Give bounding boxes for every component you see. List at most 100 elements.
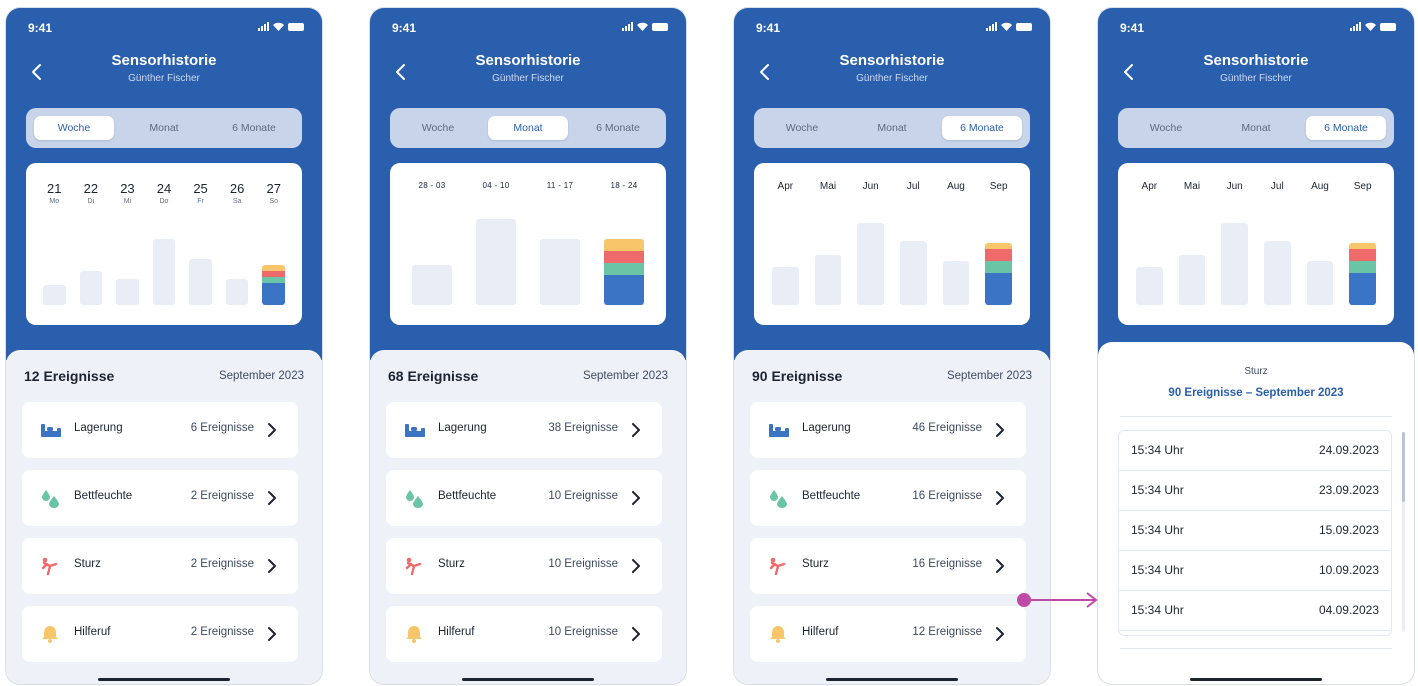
chart-bar[interactable]: [79, 271, 103, 305]
tab-monat[interactable]: Monat: [1216, 116, 1296, 140]
fall-icon: [404, 556, 424, 576]
chart-column-label[interactable]: Jul: [892, 181, 935, 192]
chart-bar[interactable]: [814, 255, 842, 305]
chart-bar[interactable]: [772, 267, 799, 305]
category-row-sturz[interactable]: Sturz 10 Ereignisse: [386, 538, 662, 594]
chart-column-label[interactable]: 18 - 24: [592, 181, 656, 190]
chart-column-label[interactable]: 25 Fr: [182, 181, 219, 205]
chart-bar[interactable]: [412, 265, 452, 305]
category-row-bettfeuchte[interactable]: Bettfeuchte 10 Ereignisse: [386, 470, 662, 526]
chart-bar[interactable]: [116, 279, 139, 305]
category-row-sturz[interactable]: Sturz 16 Ereignisse: [750, 538, 1026, 594]
chart-column-label[interactable]: 23 Mi: [109, 181, 146, 205]
category-label: Lagerung: [438, 422, 487, 434]
chart-column-label[interactable]: 04 - 10: [464, 181, 528, 190]
chart-column-label[interactable]: Aug: [935, 181, 978, 192]
category-label: Lagerung: [74, 422, 123, 434]
tab-woche[interactable]: Woche: [34, 116, 114, 140]
table-row[interactable]: 15:34 Uhr 24.09.2023: [1119, 431, 1391, 471]
chevron-right-icon: [630, 556, 642, 576]
chart-column-label[interactable]: Jun: [1213, 181, 1256, 192]
chart-column-label[interactable]: 27 So: [255, 181, 292, 205]
phone-screen: 9:41 Sensorhistorie Günther Fischer Woche Mo…: [1098, 8, 1414, 684]
table-row[interactable]: 15:34 Uhr 15.09.2023: [1119, 511, 1391, 551]
category-row-lagerung[interactable]: Lagerung 6 Ereignisse: [22, 402, 298, 458]
category-row-hilferuf[interactable]: Hilferuf 12 Ereignisse: [750, 606, 1026, 662]
chart-column-label[interactable]: Apr: [1128, 181, 1171, 192]
chart-bar-stacked[interactable]: [262, 265, 286, 305]
phone-screen: 9:41 Sensorhistorie Günther Fischer Woche Mo…: [370, 8, 686, 684]
chart-column-label[interactable]: Apr: [764, 181, 807, 192]
chart-bar[interactable]: [1178, 255, 1206, 305]
chart-bar[interactable]: [152, 239, 176, 305]
period-segmented-control: Woche Monat 6 Monate: [754, 108, 1030, 148]
chart-column-label[interactable]: Sep: [1341, 181, 1384, 192]
category-label: Hilferuf: [802, 626, 839, 638]
chart-column-label[interactable]: Sep: [977, 181, 1020, 192]
chart-bar-stacked[interactable]: [985, 243, 1012, 305]
tab-6-monate[interactable]: 6 Monate: [1306, 116, 1386, 140]
tab-woche[interactable]: Woche: [398, 116, 478, 140]
tab-woche[interactable]: Woche: [1126, 116, 1206, 140]
day-number: 23: [120, 181, 135, 196]
chart-bar[interactable]: [189, 259, 212, 305]
table-row[interactable]: 15:34 Uhr 10.09.2023: [1119, 551, 1391, 591]
chart-column-label[interactable]: Mai: [1171, 181, 1214, 192]
chart-column-label[interactable]: 24 Do: [146, 181, 183, 205]
header: 9:41 Sensorhistorie Günther Fischer Woche Mo…: [1098, 8, 1414, 360]
month-name: Aug: [1311, 181, 1329, 192]
chart-bar[interactable]: [225, 279, 249, 305]
chart-column-label[interactable]: 21 Mo: [36, 181, 73, 205]
chart-bar[interactable]: [540, 239, 580, 305]
chart-bar[interactable]: [1221, 223, 1248, 305]
chart-bar[interactable]: [857, 223, 884, 305]
chart-bar[interactable]: [1136, 267, 1163, 305]
chevron-right-icon: [266, 488, 278, 508]
chart-bar[interactable]: [1306, 261, 1334, 305]
tab-6-monate[interactable]: 6 Monate: [578, 116, 658, 140]
chart-bar[interactable]: [900, 241, 927, 305]
tab-6-monate[interactable]: 6 Monate: [942, 116, 1022, 140]
page-subtitle: Günther Fischer: [1220, 73, 1292, 84]
day-name: Fr: [197, 198, 204, 205]
chart-column-label[interactable]: Jun: [849, 181, 892, 192]
chart-bar-stacked[interactable]: [1349, 243, 1376, 305]
tab-monat[interactable]: Monat: [852, 116, 932, 140]
chart-column-label[interactable]: 11 - 17: [528, 181, 592, 190]
chart-bar[interactable]: [476, 219, 516, 305]
category-count: 38 Ereignisse: [548, 422, 618, 434]
scrollbar-thumb[interactable]: [1402, 432, 1405, 502]
chart-column-label[interactable]: Aug: [1299, 181, 1342, 192]
category-row-sturz[interactable]: Sturz 2 Ereignisse: [22, 538, 298, 594]
category-row-bettfeuchte[interactable]: Bettfeuchte 16 Ereignisse: [750, 470, 1026, 526]
chart-column-label[interactable]: Jul: [1256, 181, 1299, 192]
segment-lagerung: [604, 275, 644, 305]
chart-column-label[interactable]: 28 - 03: [400, 181, 464, 190]
category-row-bettfeuchte[interactable]: Bettfeuchte 2 Ereignisse: [22, 470, 298, 526]
month-name: Jul: [1270, 181, 1284, 192]
scrollbar[interactable]: [1402, 432, 1405, 632]
chart-bar[interactable]: [942, 261, 970, 305]
category-row-hilferuf[interactable]: Hilferuf 10 Ereignisse: [386, 606, 662, 662]
table-row[interactable]: 15:34 Uhr 04.09.2023: [1119, 591, 1391, 631]
tab-monat[interactable]: Monat: [124, 116, 204, 140]
chart-bar-stacked[interactable]: [604, 239, 644, 305]
chart-column-label[interactable]: Mai: [807, 181, 850, 192]
category-row-lagerung[interactable]: Lagerung 38 Ereignisse: [386, 402, 662, 458]
event-count: 90 Ereignisse: [752, 368, 843, 384]
chart-bar[interactable]: [42, 285, 66, 305]
chevron-right-icon: [994, 624, 1006, 644]
event-table: 15:34 Uhr 24.09.2023 15:34 Uhr 23.09.2023 15…: [1118, 430, 1392, 636]
event-time: 15:34 Uhr: [1131, 443, 1184, 457]
chart-bar[interactable]: [1264, 241, 1291, 305]
event-detail-sheet: Sturz 90 Ereignisse – September 2023 15:34…: [1098, 342, 1414, 684]
tab-monat[interactable]: Monat: [488, 116, 568, 140]
chart-column-label[interactable]: 26 Sa: [219, 181, 256, 205]
tab-woche[interactable]: Woche: [762, 116, 842, 140]
table-row[interactable]: 15:34 Uhr 23.09.2023: [1119, 471, 1391, 511]
category-row-lagerung[interactable]: Lagerung 46 Ereignisse: [750, 402, 1026, 458]
category-label: Bettfeuchte: [802, 490, 861, 502]
chart-column-label[interactable]: 22 Di: [73, 181, 110, 205]
tab-6-monate[interactable]: 6 Monate: [214, 116, 294, 140]
category-row-hilferuf[interactable]: Hilferuf 2 Ereignisse: [22, 606, 298, 662]
